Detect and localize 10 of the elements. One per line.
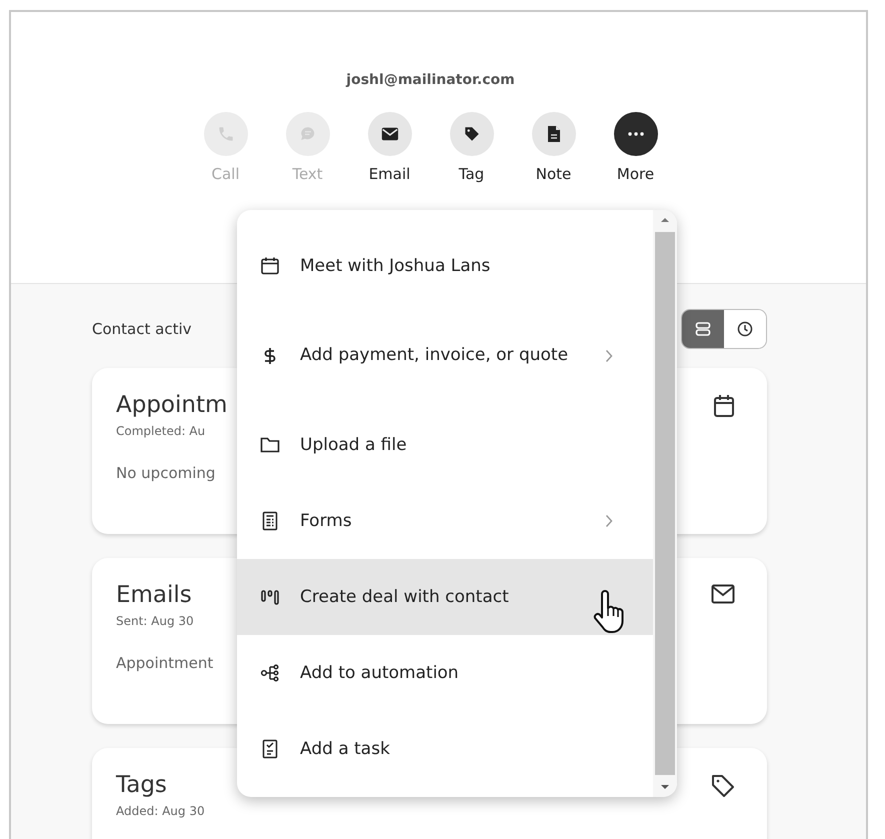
card-subtitle: Sent: Aug 30 xyxy=(116,614,195,628)
card-text: Appointment xyxy=(116,654,214,672)
card-subtitle: Completed: Au xyxy=(116,424,206,438)
card-title: Appointm xyxy=(116,392,228,418)
contact-email: joshl@mailinator.com xyxy=(346,72,515,88)
card-text: No upcoming xyxy=(116,464,216,482)
card-title: Tags xyxy=(116,772,168,798)
card-title: Emails xyxy=(116,582,193,608)
section-label: Contact activ xyxy=(92,320,192,338)
card-subtitle: Added: Aug 30 xyxy=(116,804,205,818)
